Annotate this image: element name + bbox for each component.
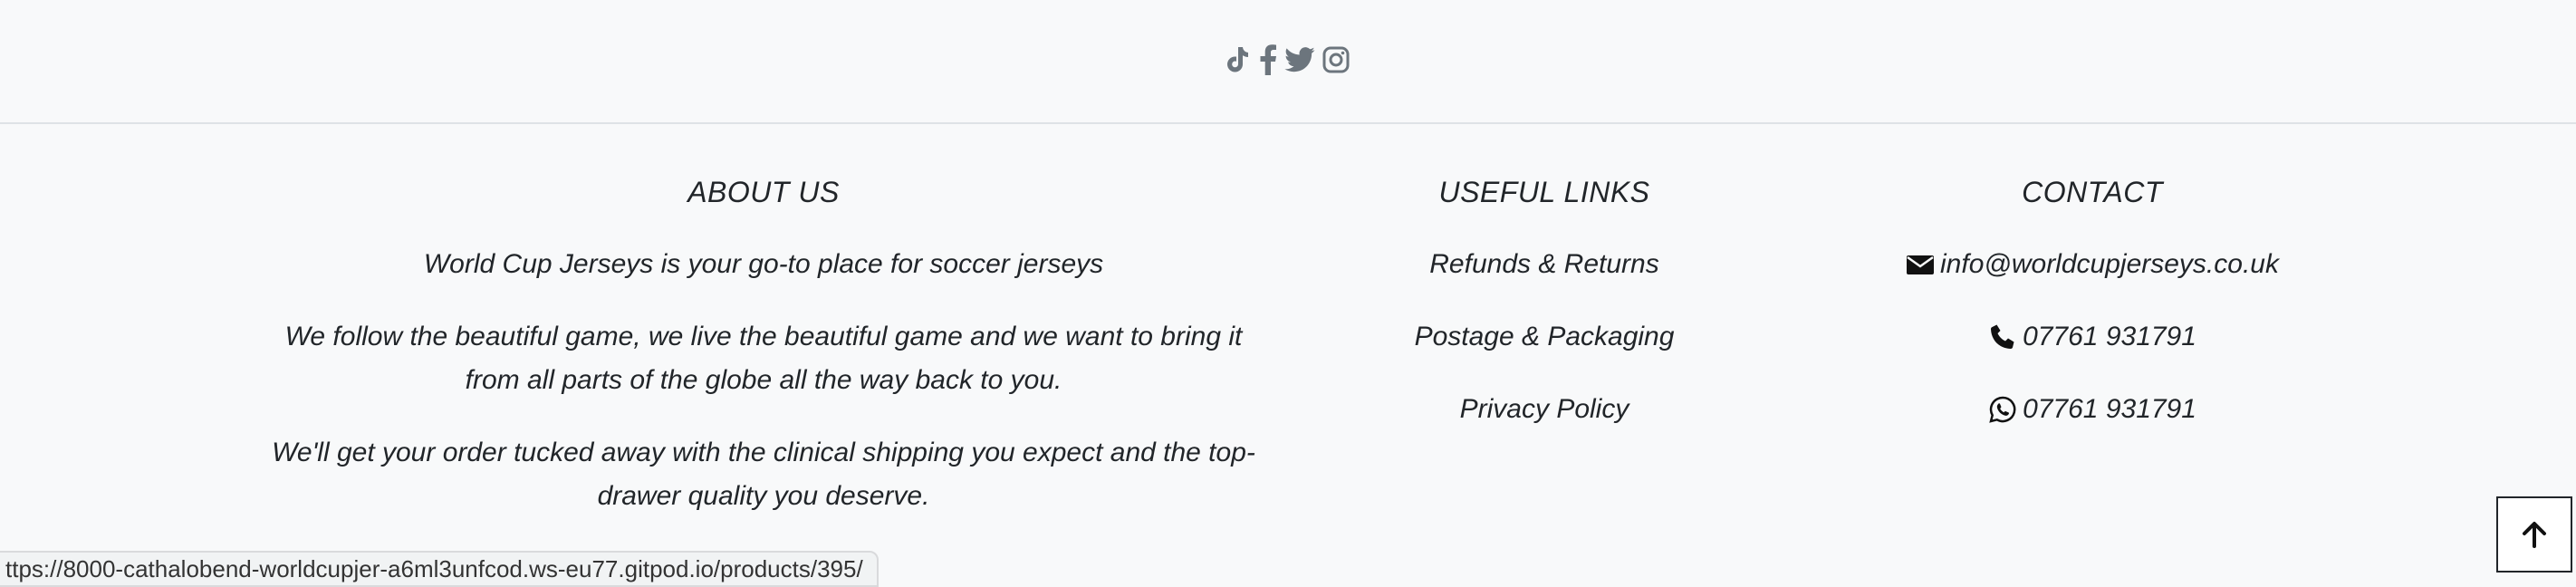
tiktok-icon[interactable]	[1223, 44, 1252, 75]
facebook-icon[interactable]	[1259, 44, 1277, 75]
about-us-section: ABOUT US World Cup Jerseys is your go-to…	[263, 170, 1264, 518]
arrow-up-icon	[2519, 519, 2550, 550]
privacy-policy-link[interactable]: Privacy Policy	[1363, 388, 1725, 431]
contact-heading: CONTACT	[2022, 176, 2163, 208]
whatsapp-link[interactable]: 07761 931791	[2023, 388, 2196, 431]
contact-email: info@worldcupjerseys.co.uk	[1866, 243, 2319, 286]
postage-packaging-link[interactable]: Postage & Packaging	[1363, 315, 1725, 359]
contact-phone: 07761 931791	[1866, 315, 2319, 359]
back-to-top-button[interactable]	[2496, 496, 2572, 573]
phone-link[interactable]: 07761 931791	[2023, 315, 2196, 359]
instagram-icon[interactable]	[1322, 44, 1350, 75]
twitter-icon[interactable]	[1284, 44, 1315, 75]
contact-whatsapp: 07761 931791	[1866, 388, 2319, 431]
about-paragraph-2: We follow the beautiful game, we live th…	[284, 322, 1243, 395]
about-paragraph-1: World Cup Jerseys is your go-to place fo…	[423, 249, 1104, 279]
contact-section: CONTACT info@worldcupjerseys.co.uk 07761…	[1866, 170, 2319, 431]
social-icons	[1223, 42, 1350, 78]
refunds-returns-link[interactable]: Refunds & Returns	[1363, 243, 1725, 286]
status-bar-url: ttps://8000-cathalobend-worldcupjer-a6ml…	[0, 551, 879, 587]
whatsapp-icon	[1988, 395, 2017, 424]
useful-links-heading: USEFUL LINKS	[1438, 176, 1650, 208]
social-bar	[0, 0, 2576, 124]
about-us-heading: ABOUT US	[687, 176, 840, 208]
useful-links-section: USEFUL LINKS Refunds & Returns Postage &…	[1363, 170, 1725, 431]
envelope-icon	[1906, 250, 1935, 279]
phone-icon	[1988, 322, 2017, 351]
about-paragraph-3: We'll get your order tucked away with th…	[272, 438, 1255, 511]
email-link[interactable]: info@worldcupjerseys.co.uk	[1940, 243, 2279, 286]
